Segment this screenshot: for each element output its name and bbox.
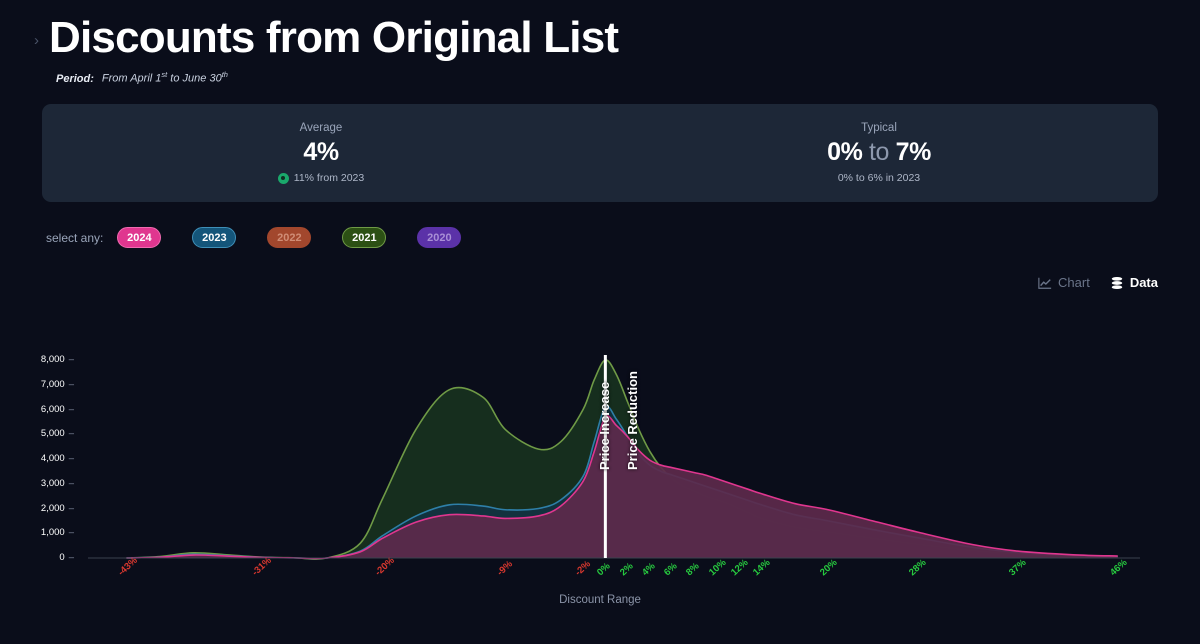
x-axis-title: Discount Range xyxy=(559,594,641,606)
year-pill-2023[interactable]: 2023 xyxy=(192,227,237,248)
database-icon xyxy=(1111,276,1123,289)
stat-value: 4% xyxy=(303,137,339,166)
line-chart-icon xyxy=(1038,277,1052,289)
area-2024 xyxy=(126,415,1118,559)
period-row: Period: From April 1st to June 30th xyxy=(0,70,1200,85)
year-selector-label: select any: xyxy=(46,230,104,245)
year-pill-label: 2021 xyxy=(352,231,377,244)
divider-label-price-increase: Price Increase xyxy=(597,381,613,470)
title-row: › Discounts from Original List xyxy=(0,13,1200,62)
year-pill-label: 2024 xyxy=(127,231,152,244)
year-pill-label: 2023 xyxy=(202,231,227,244)
stat-label: Typical xyxy=(861,121,897,134)
year-pill-label: 2022 xyxy=(277,231,302,244)
stat-comparison-text: 0% to 6% in 2023 xyxy=(837,172,921,185)
stat-comparison: 0% to 6% in 2023 xyxy=(838,172,920,184)
chevron-right-icon[interactable]: › xyxy=(34,33,39,48)
stat-delta: 11% from 2023 xyxy=(277,172,365,185)
divider-label-price-reduction: Price Reduction xyxy=(625,371,641,470)
period-label: Period: xyxy=(56,73,94,86)
year-pill-2021[interactable]: 2021 xyxy=(342,227,387,248)
tab-chart-label: Chart xyxy=(1058,275,1090,290)
stat-card-average: Average 4% 11% from 2023 xyxy=(42,121,600,185)
year-pill-label: 2020 xyxy=(427,231,452,244)
year-pill-2024[interactable]: 2024 xyxy=(117,227,162,248)
tab-chart[interactable]: Chart xyxy=(1038,275,1090,290)
stat-card-typical: Typical 0% to 7% 0% to 6% in 2023 xyxy=(600,122,1158,185)
page-title: Discounts from Original List xyxy=(49,13,619,62)
period-value: From April 1st to June 30th xyxy=(101,70,228,86)
chart-container: Listings 0–1,000–2,000–3,000–4,000–5,000… xyxy=(0,330,1200,630)
stat-label: Average xyxy=(299,121,343,134)
page-header: › Discounts from Original List Period: F… xyxy=(0,13,1200,85)
year-pill-2020[interactable]: 2020 xyxy=(417,227,462,248)
tab-data-label: Data xyxy=(1129,275,1158,290)
year-pill-2022[interactable]: 2022 xyxy=(267,227,312,248)
stat-value: 0% to 7% xyxy=(827,137,931,166)
dashboard-page: › Discounts from Original List Period: F… xyxy=(0,0,1200,644)
summary-stats-bar: Average 4% 11% from 2023 Typical 0% to 7… xyxy=(42,104,1158,202)
tab-data[interactable]: Data xyxy=(1110,275,1158,290)
year-selector: select any: 2024 2023 2022 2021 2020 xyxy=(46,227,492,248)
up-circle-icon xyxy=(277,172,289,184)
view-toggle: Chart Data xyxy=(1038,275,1158,290)
stat-delta-text: 11% from 2023 xyxy=(293,172,365,185)
density-plot xyxy=(88,355,1140,560)
